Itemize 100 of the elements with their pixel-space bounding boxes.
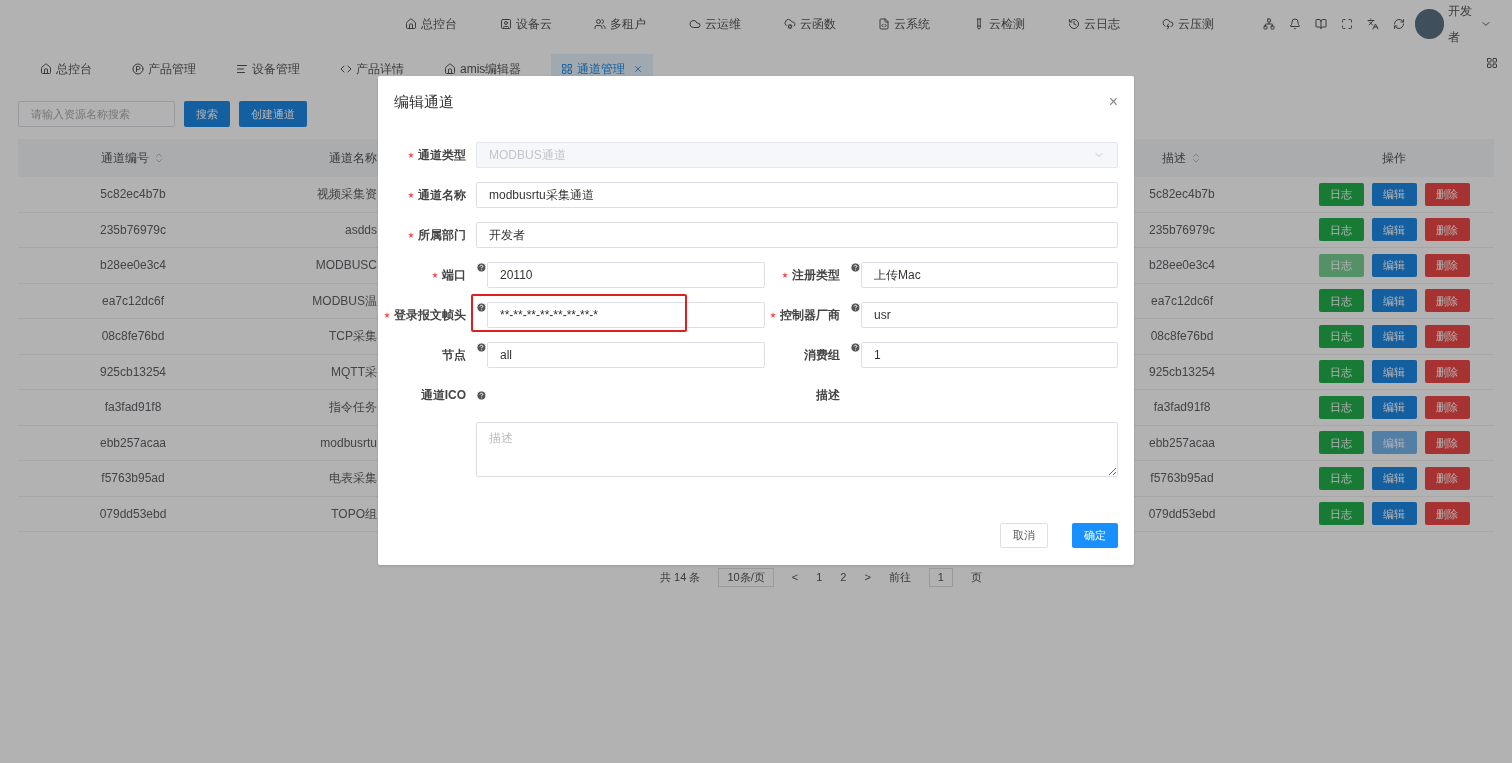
nav-link[interactable]: 云检测	[972, 14, 1068, 33]
users-icon	[594, 17, 607, 30]
help-icon[interactable]	[850, 261, 861, 273]
help-icon[interactable]	[476, 262, 487, 273]
confirm-button[interactable]: 确定	[1072, 523, 1118, 548]
log-button[interactable]: 日志	[1318, 395, 1364, 419]
delete-button[interactable]: 删除	[1424, 431, 1470, 455]
create-button[interactable]: 创建通道	[239, 101, 307, 127]
nav-link[interactable]: 总控台	[405, 14, 500, 33]
cancel-button[interactable]: 取消	[1000, 523, 1048, 548]
close-button[interactable]: ×	[1108, 94, 1118, 110]
log-button[interactable]: 日志	[1318, 431, 1364, 455]
log-button[interactable]: 日志	[1318, 218, 1364, 242]
table-cell-text: 08c8fe76bd	[1150, 328, 1214, 346]
page-number[interactable]: 1	[816, 569, 823, 586]
edit-button[interactable]: 编辑	[1371, 395, 1417, 419]
page-tab[interactable]: 产品详情	[330, 54, 414, 84]
text-field[interactable]: usr	[861, 302, 1118, 328]
page-tab[interactable]: 设备管理	[226, 54, 310, 84]
text-field[interactable]: 开发者	[476, 222, 1118, 249]
delete-button[interactable]: 删除	[1424, 324, 1470, 348]
nav-link[interactable]: 云日志	[1067, 14, 1163, 33]
edit-button[interactable]: 编辑	[1371, 502, 1417, 526]
edit-button[interactable]: 编辑	[1371, 218, 1417, 242]
prev-page[interactable]: <	[791, 569, 799, 586]
translate-icon[interactable]	[1366, 17, 1379, 30]
nav-link[interactable]: 云压测	[1162, 14, 1257, 33]
search-button[interactable]: 搜索	[184, 101, 230, 127]
table-cell-text: 08c8fe76bd	[101, 328, 165, 346]
page-tab[interactable]: 总控台	[30, 54, 102, 84]
edit-button[interactable]: 编辑	[1371, 324, 1417, 348]
text-field[interactable]: **-**-**-**-**-**-**-*	[487, 302, 765, 328]
table-cell-text: 235b76979c	[1148, 221, 1216, 239]
delete-button[interactable]: 删除	[1424, 218, 1470, 242]
field-label: 通道名称	[418, 187, 466, 204]
help-icon[interactable]	[476, 302, 487, 313]
log-button[interactable]: 日志	[1318, 182, 1364, 206]
field-label: 消费组	[804, 347, 840, 364]
refresh-icon[interactable]	[1392, 17, 1405, 30]
grid-icon[interactable]	[1486, 57, 1498, 69]
log-button[interactable]: 日志	[1318, 466, 1364, 490]
page-tab[interactable]: amis编辑器	[434, 54, 532, 84]
nav-link[interactable]: 云系统	[878, 14, 973, 33]
history-icon	[1067, 17, 1080, 30]
table-cell-text: b28ee0e3c4	[99, 257, 167, 275]
home-icon	[40, 63, 52, 75]
page-tab[interactable]: 产品管理	[122, 54, 206, 84]
delete-button[interactable]: 删除	[1424, 395, 1470, 419]
field-label: 通道类型	[418, 147, 466, 164]
delete-button[interactable]: 删除	[1424, 502, 1470, 526]
text-field[interactable]: 上传Mac	[861, 262, 1118, 289]
help-icon[interactable]	[850, 342, 861, 353]
table-cell-text: 视频采集资	[317, 186, 377, 204]
delete-button[interactable]: 删除	[1424, 182, 1470, 206]
file-code-icon	[878, 17, 891, 30]
delete-button[interactable]: 删除	[1424, 466, 1470, 490]
edit-button[interactable]: 编辑	[1371, 182, 1417, 206]
table-cell-text: ebb257acaa	[1148, 434, 1216, 452]
nav-link[interactable]: 设备云	[499, 14, 595, 33]
log-button[interactable]: 日志	[1318, 360, 1364, 384]
avatar[interactable]	[1414, 8, 1445, 39]
field-label: 通道ICO	[420, 387, 466, 404]
delete-button[interactable]: 删除	[1424, 360, 1470, 384]
next-page[interactable]: >	[864, 569, 871, 586]
user-name[interactable]: 开发者	[1448, 0, 1477, 50]
table-cell-text: TCP采集	[329, 328, 377, 346]
text-field[interactable]: modbusrtu采集通道	[476, 182, 1118, 209]
fullscreen-icon[interactable]	[1340, 17, 1353, 30]
delete-button[interactable]: 删除	[1424, 289, 1470, 313]
nav-link[interactable]: 多租户	[594, 14, 689, 33]
cloud-gear-icon	[783, 17, 796, 30]
edit-button[interactable]: 编辑	[1371, 360, 1417, 384]
nav-link[interactable]: 云运维	[688, 14, 784, 33]
help-icon[interactable]	[476, 389, 487, 401]
edit-button[interactable]: 编辑	[1371, 289, 1417, 313]
edit-button[interactable]: 编辑	[1371, 466, 1417, 490]
text-field[interactable]: 20110	[487, 262, 765, 288]
log-button[interactable]: 日志	[1318, 502, 1364, 526]
help-icon[interactable]	[850, 302, 861, 313]
log-button[interactable]: 日志	[1318, 324, 1364, 348]
bell-icon[interactable]	[1288, 17, 1301, 30]
description-field[interactable]: 描述	[476, 422, 1118, 477]
delete-button[interactable]: 删除	[1424, 253, 1470, 277]
nav-link[interactable]: 云函数	[783, 14, 879, 33]
edit-button[interactable]: 编辑	[1371, 253, 1417, 277]
page-number[interactable]: 2	[840, 569, 847, 586]
network-icon[interactable]	[1262, 17, 1275, 30]
text-field[interactable]: 1	[861, 342, 1118, 368]
field-label: 节点	[442, 347, 466, 364]
goto-field[interactable]: 1	[928, 568, 953, 587]
text-field[interactable]: all	[487, 342, 765, 368]
table-cell-text: asdds	[344, 221, 377, 239]
log-button[interactable]: 日志	[1318, 289, 1364, 313]
book-icon[interactable]	[1314, 17, 1327, 30]
table-cell-text: MODBUSC	[315, 257, 377, 275]
field-label: 端口	[442, 267, 466, 284]
table-cell-text: ea7c12dc6f	[101, 292, 165, 310]
help-icon[interactable]	[476, 342, 487, 353]
page-size-select[interactable]: 10条/页	[718, 568, 774, 587]
grid-icon	[561, 63, 574, 75]
